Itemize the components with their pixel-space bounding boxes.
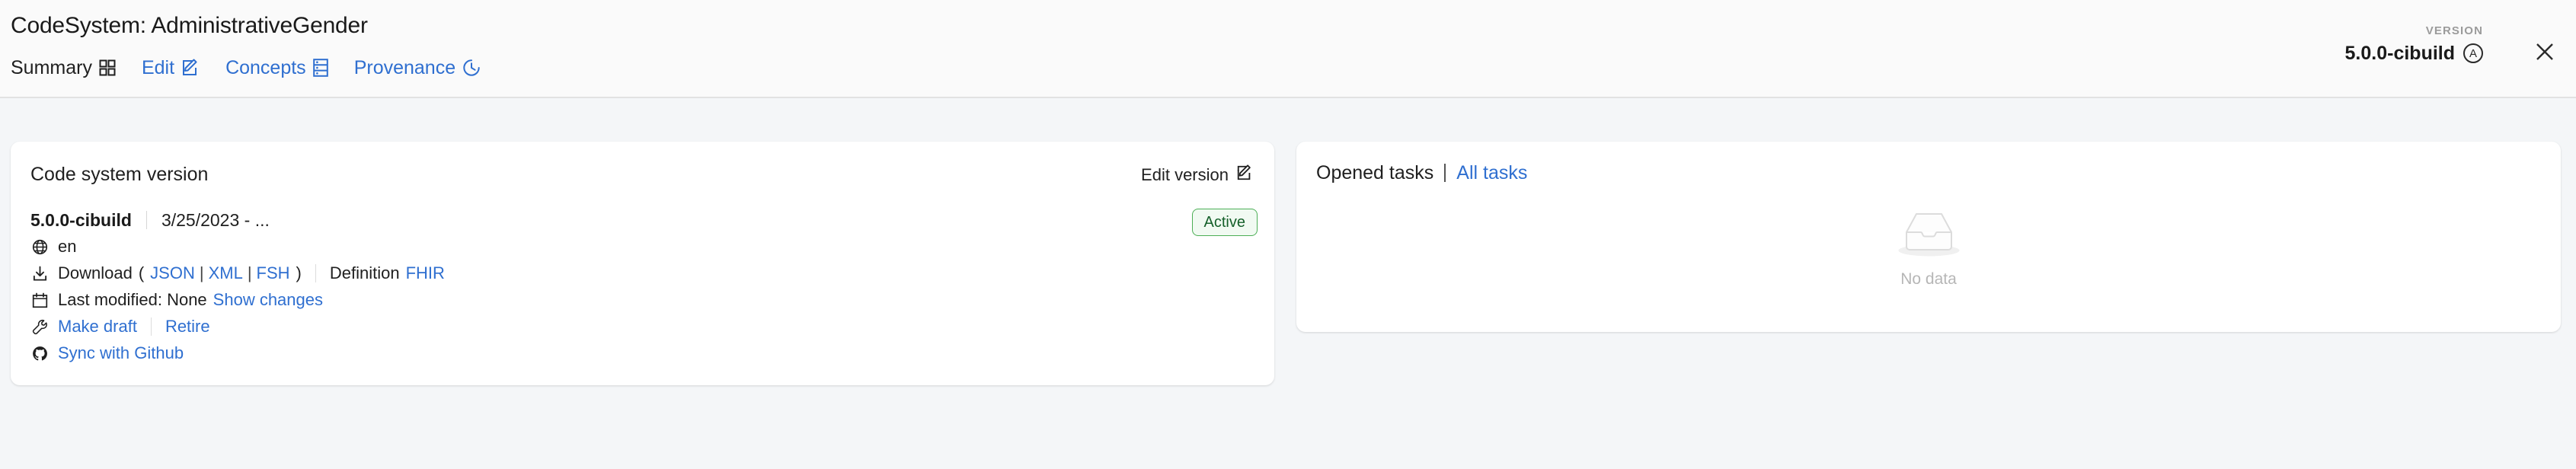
make-draft-link[interactable]: Make draft [58, 317, 137, 337]
clock-history-icon [462, 59, 481, 77]
all-tasks-link[interactable]: All tasks [1456, 161, 1527, 184]
tab-concepts-label: Concepts [225, 57, 306, 78]
pencil-square-icon [1236, 164, 1253, 186]
sync-with-github-link[interactable]: Sync with Github [58, 343, 184, 363]
calendar-icon [30, 292, 49, 308]
version-value-row: 5.0.0-cibuild A [2345, 42, 2483, 65]
version-actions-row: Make draft Retire [30, 317, 1175, 337]
database-list-icon [312, 59, 328, 77]
version-number: 5.0.0-cibuild [30, 210, 132, 230]
empty-box-icon [1893, 209, 1965, 263]
github-icon [30, 346, 49, 362]
tab-summary-label: Summary [11, 57, 92, 78]
tab-bar: Summary Edit Concepts Provenance [11, 56, 481, 79]
download-xml-link[interactable]: XML [209, 263, 243, 283]
sync-github-row: Sync with Github [30, 343, 1175, 363]
tab-summary[interactable]: Summary [11, 56, 116, 79]
paren-open: ( [138, 263, 145, 282]
tasks-header: Opened tasks All tasks [1316, 161, 1527, 184]
globe-icon [30, 239, 49, 255]
separator: | [247, 263, 252, 282]
empty-state: No data [1296, 209, 2561, 289]
code-system-version-card: Code system version Edit version Active … [11, 142, 1274, 385]
definition-label: Definition [329, 263, 400, 282]
content-area: Code system version Edit version Active … [0, 98, 2576, 469]
download-fsh-link[interactable]: FSH [257, 263, 290, 283]
download-row: Download ( JSON | XML | FSH ) Definition… [30, 263, 1175, 283]
pencil-square-icon [181, 59, 200, 77]
status-badge: Active [1191, 209, 1258, 236]
definition-fhir-link[interactable]: FHIR [406, 263, 445, 283]
version-date-range: 3/25/2023 - ... [161, 210, 270, 230]
version-kicker: VERSION [2425, 24, 2483, 37]
version-summary-row: 5.0.0-cibuild 3/25/2023 - ... [30, 210, 1175, 230]
grid-icon [99, 59, 116, 76]
language-value: en [58, 237, 77, 256]
empty-state-label: No data [1900, 270, 1957, 288]
paren-close: ) [296, 263, 302, 282]
tab-concepts[interactable]: Concepts [225, 56, 328, 79]
retire-link[interactable]: Retire [165, 317, 210, 337]
divider [315, 264, 316, 282]
active-status-circle-icon: A [2463, 43, 2483, 63]
page-title: CodeSystem: AdministrativeGender [11, 13, 368, 38]
edit-version-button[interactable]: Edit version [1141, 164, 1253, 186]
tab-edit-label: Edit [141, 57, 175, 78]
divider [145, 211, 147, 229]
language-row: en [30, 237, 1175, 257]
download-icon [30, 266, 49, 282]
version-value: 5.0.0-cibuild [2344, 43, 2455, 64]
opened-tasks-card: Opened tasks All tasks No data [1296, 142, 2561, 332]
show-changes-link[interactable]: Show changes [213, 290, 323, 310]
divider [1444, 164, 1446, 182]
app-header: CodeSystem: AdministrativeGender Summary… [0, 0, 2576, 98]
close-icon [2536, 43, 2553, 60]
tab-provenance-label: Provenance [353, 57, 456, 78]
tab-provenance[interactable]: Provenance [354, 56, 481, 79]
opened-tasks-label: Opened tasks [1316, 162, 1434, 183]
version-meta-list: 5.0.0-cibuild 3/25/2023 - ... en Downloa… [30, 210, 1175, 363]
wrench-icon [30, 319, 49, 335]
tab-edit[interactable]: Edit [142, 56, 200, 79]
last-modified-label: Last modified: None [58, 290, 207, 309]
download-json-link[interactable]: JSON [150, 263, 195, 283]
version-block: VERSION 5.0.0-cibuild A [2345, 24, 2483, 65]
close-button[interactable] [2531, 38, 2558, 65]
download-label: Download [58, 263, 133, 282]
separator: | [199, 263, 204, 282]
card-title-code-system-version: Code system version [30, 164, 209, 185]
divider [150, 317, 152, 336]
edit-version-label: Edit version [1141, 165, 1229, 184]
last-modified-row: Last modified: None Show changes [30, 290, 1175, 310]
